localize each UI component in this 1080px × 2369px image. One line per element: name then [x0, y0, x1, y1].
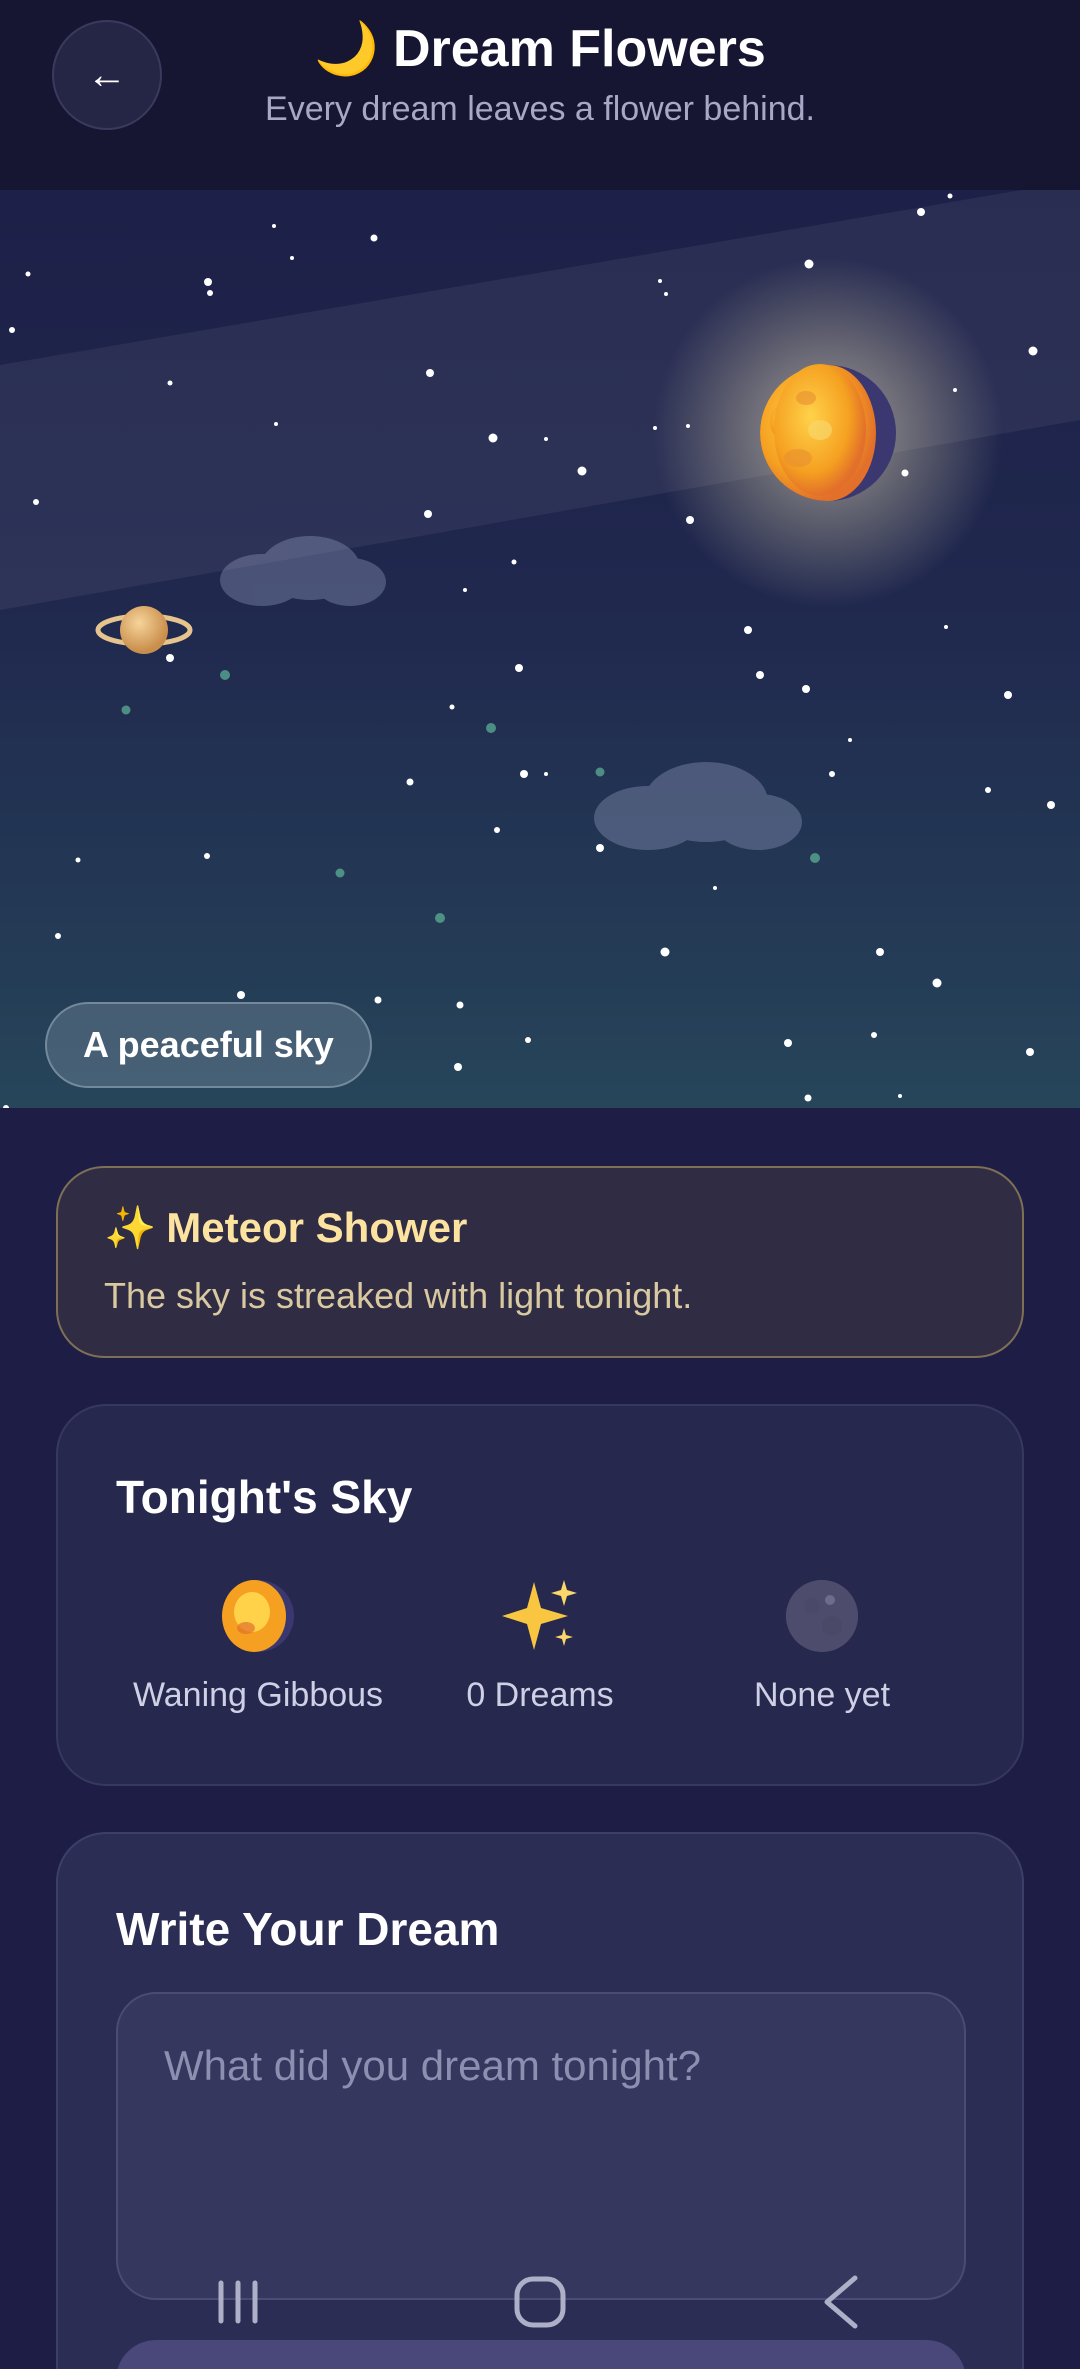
sky-scene: A peaceful sky — [0, 190, 1080, 1108]
last-flower-label: None yet — [753, 1676, 891, 1714]
sky-status-badge: A peaceful sky — [45, 1002, 372, 1088]
home-icon[interactable] — [500, 2262, 580, 2342]
sky-illustration — [0, 190, 1080, 1108]
saturn-icon — [95, 606, 193, 654]
back-icon[interactable] — [802, 2262, 882, 2342]
crescent-moon-icon: 🌙 — [314, 20, 379, 78]
dream-count-stat: 0 Dreams — [390, 1576, 690, 1715]
last-flower-stat: None yet — [672, 1576, 972, 1715]
sparkles-icon: ✨ — [104, 1204, 157, 1251]
new-moon-icon — [672, 1576, 972, 1656]
cloud-2 — [594, 762, 802, 850]
event-description: The sky is streaked with light tonight. — [104, 1275, 693, 1316]
page-subtitle: Every dream leaves a flower behind. — [265, 90, 815, 128]
dream-input[interactable] — [116, 1992, 966, 2300]
moon-phase-label: Waning Gibbous — [132, 1676, 384, 1714]
tonight-sky-card: Tonight's Sky Waning Gibbous 0 Dreams No… — [56, 1404, 1024, 1786]
waning-gibbous-moon-icon — [108, 1576, 408, 1656]
system-nav-bar — [0, 2262, 1080, 2342]
moon-phase-stat: Waning Gibbous — [108, 1576, 408, 1715]
app-header: ← 🌙 Dream Flowers Every dream leaves a fl… — [0, 0, 1080, 190]
event-card: ✨ Meteor Shower The sky is streaked with … — [56, 1166, 1024, 1358]
write-dream-title: Write Your Dream — [116, 1903, 500, 1955]
recent-apps-icon[interactable] — [198, 2262, 278, 2342]
sparkles-icon — [390, 1576, 690, 1656]
event-title: ✨ Meteor Shower — [104, 1204, 976, 1253]
submit-dream-button[interactable] — [116, 2340, 966, 2369]
page-title-text: Dream Flowers — [392, 20, 766, 78]
tonight-sky-title: Tonight's Sky — [116, 1471, 413, 1523]
moon-icon — [760, 364, 896, 501]
dream-count-label: 0 Dreams — [466, 1676, 614, 1714]
event-title-text: Meteor Shower — [166, 1204, 468, 1251]
page-title: 🌙 Dream Flowers — [0, 18, 1080, 79]
